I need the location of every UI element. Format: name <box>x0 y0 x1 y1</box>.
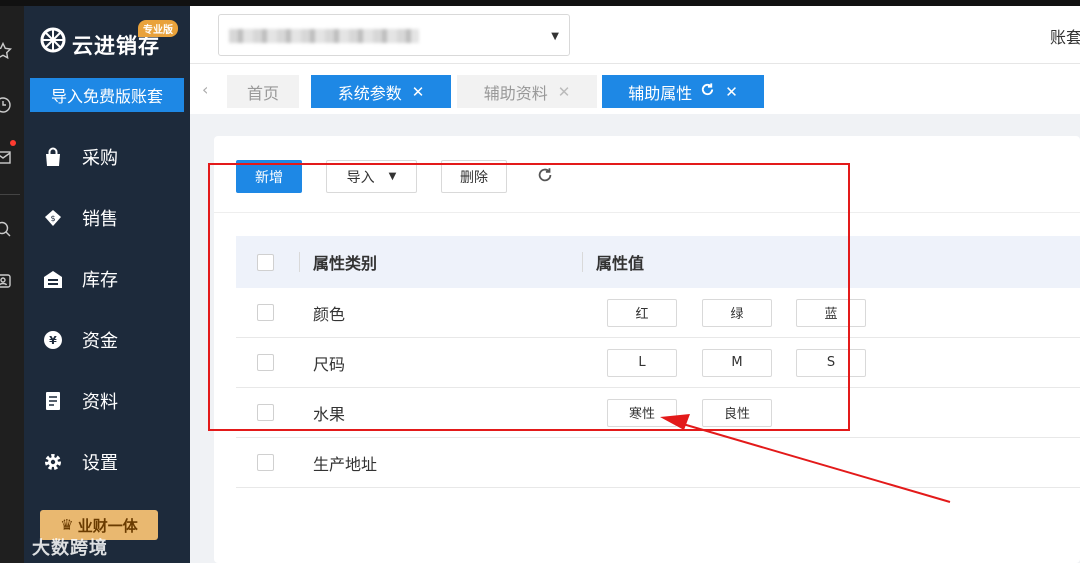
refresh-icon[interactable] <box>700 82 715 101</box>
category-cell: 水果 <box>313 404 346 424</box>
toolbar-divider <box>214 212 1080 213</box>
watermark-text: 大数跨境 <box>32 538 108 559</box>
notification-dot <box>10 140 16 146</box>
table-row[interactable]: 生产地址 <box>236 438 1080 488</box>
close-icon[interactable]: ✕ <box>558 83 571 101</box>
contact-icon[interactable] <box>0 272 12 290</box>
logo-mark-icon <box>38 24 68 54</box>
yen-icon: ¥ <box>42 329 64 351</box>
warehouse-icon <box>42 268 64 290</box>
header-values: 属性值 <box>596 254 645 273</box>
close-icon[interactable]: ✕ <box>725 83 738 101</box>
promo-label: 业财一体 <box>77 516 138 535</box>
sidebar-nav: 采购 $ 销售 库存 ¥ 资金 资料 设置 <box>24 126 190 492</box>
add-button[interactable]: 新增 <box>236 160 302 193</box>
sidebar-item-label: 资金 <box>82 330 118 352</box>
sidebar-item-label: 销售 <box>82 208 118 230</box>
row-checkbox[interactable] <box>257 404 274 421</box>
svg-text:¥: ¥ <box>49 334 57 347</box>
row-checkbox[interactable] <box>257 354 274 371</box>
sidebar-item-label: 设置 <box>82 452 118 474</box>
tab-label: 辅助属性 <box>628 83 693 103</box>
caret-down-icon: ▼ <box>551 31 559 42</box>
value-tag[interactable]: 蓝 <box>796 298 866 327</box>
sidebar-item-label: 采购 <box>82 147 118 169</box>
watermark: 大数跨境 <box>32 534 108 560</box>
header-category: 属性类别 <box>313 254 378 273</box>
rail-divider <box>0 194 20 195</box>
select-all-checkbox[interactable] <box>257 253 274 271</box>
star-icon[interactable] <box>0 41 13 60</box>
edition-badge: 专业版 <box>138 20 178 37</box>
value-tag[interactable]: 良性 <box>702 398 772 427</box>
sidebar-item-label: 资料 <box>82 391 118 413</box>
clock-icon[interactable] <box>0 96 12 114</box>
value-tag[interactable]: L <box>607 348 677 377</box>
value-tag[interactable]: S <box>796 348 866 377</box>
tab-label: 系统参数 <box>337 83 402 103</box>
main-content: 新增 导入 ▼ 删除 属性类别 属性值 颜色 红 绿 蓝 尺码 L M S 水果… <box>214 136 1080 563</box>
delete-button[interactable]: 删除 <box>441 160 507 193</box>
row-checkbox[interactable] <box>257 304 274 321</box>
sidebar-item-label: 库存 <box>82 269 118 291</box>
column-separator <box>299 252 300 272</box>
chevron-left-icon[interactable]: ‹ <box>202 80 208 99</box>
value-tag[interactable]: 红 <box>607 298 677 327</box>
attributes-table: 属性类别 属性值 颜色 红 绿 蓝 尺码 L M S 水果 寒性 良性 生产地址 <box>236 236 1080 488</box>
tab-bar: ‹ 首页 系统参数 ✕ 辅助资料 ✕ 辅助属性 ✕ <box>190 64 1080 114</box>
top-bar: ▼ 账套 <box>190 6 1080 64</box>
table-row[interactable]: 尺码 L M S <box>236 338 1080 388</box>
row-checkbox[interactable] <box>257 454 274 471</box>
mail-icon[interactable] <box>0 148 12 166</box>
import-dropdown-button[interactable]: 导入 ▼ <box>326 160 417 193</box>
tab-label: 首页 <box>246 83 279 103</box>
sidebar: 云进销存 专业版 导入免费版账套 采购 $ 销售 库存 ¥ 资金 资料 设置 ♛… <box>24 6 190 563</box>
bag-icon <box>42 146 64 168</box>
document-icon <box>42 390 64 412</box>
value-tag[interactable]: M <box>702 348 772 377</box>
tab-aux-attributes[interactable]: 辅助属性 ✕ <box>602 75 764 108</box>
svg-text:$: $ <box>50 214 55 223</box>
redacted-account-name <box>229 29 419 43</box>
category-cell: 生产地址 <box>313 454 378 474</box>
table-header: 属性类别 属性值 <box>236 236 1080 288</box>
value-tag[interactable]: 绿 <box>702 298 772 327</box>
account-label[interactable]: 账套 <box>1050 24 1080 48</box>
category-cell: 尺码 <box>313 354 346 374</box>
sidebar-item-inventory[interactable]: 库存 <box>24 248 190 309</box>
tab-system-params[interactable]: 系统参数 ✕ <box>311 75 451 108</box>
table-row[interactable]: 颜色 红 绿 蓝 <box>236 288 1080 338</box>
refresh-icon[interactable] <box>536 166 556 186</box>
sidebar-item-funds[interactable]: ¥ 资金 <box>24 309 190 370</box>
tab-aux-data[interactable]: 辅助资料 ✕ <box>457 75 597 108</box>
value-tag[interactable]: 寒性 <box>607 398 677 427</box>
tab-home[interactable]: 首页 <box>227 75 299 108</box>
column-separator <box>582 252 583 272</box>
gear-icon <box>42 451 64 473</box>
import-free-account-button[interactable]: 导入免费版账套 <box>30 78 184 112</box>
crown-icon: ♛ <box>60 516 74 534</box>
sidebar-item-purchase[interactable]: 采购 <box>24 126 190 187</box>
account-selector[interactable]: ▼ <box>218 14 570 56</box>
caret-down-icon: ▼ <box>388 171 397 182</box>
icon-rail <box>0 6 24 563</box>
logo[interactable]: 云进销存 专业版 <box>38 20 178 60</box>
table-row[interactable]: 水果 寒性 良性 <box>236 388 1080 438</box>
sidebar-item-settings[interactable]: 设置 <box>24 431 190 492</box>
sidebar-item-sales[interactable]: $ 销售 <box>24 187 190 248</box>
close-icon[interactable]: ✕ <box>412 83 425 101</box>
sidebar-item-data[interactable]: 资料 <box>24 370 190 431</box>
sales-icon: $ <box>42 207 64 229</box>
tab-label: 辅助资料 <box>483 83 548 103</box>
category-cell: 颜色 <box>313 304 346 324</box>
import-label: 导入 <box>346 169 375 186</box>
search-icon[interactable] <box>0 220 12 238</box>
